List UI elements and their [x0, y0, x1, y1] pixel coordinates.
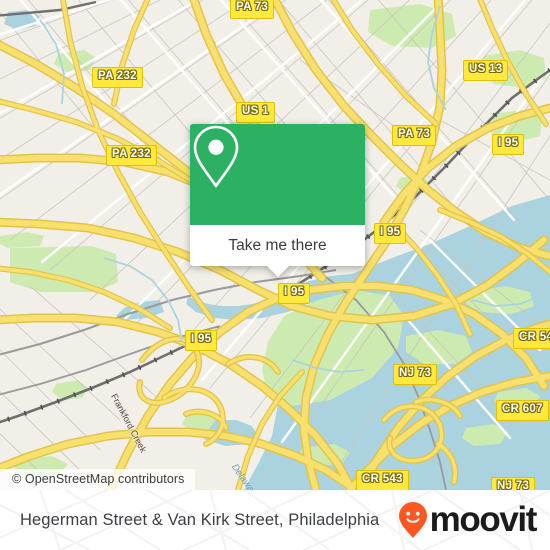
location-callout-card[interactable]: Take me there: [190, 124, 365, 277]
moovit-smiley-pin-icon: [398, 502, 427, 538]
shield-i-95-right[interactable]: I 95: [374, 223, 407, 244]
footer-bar: Hegerman Street & Van Kirk Street, Phila…: [0, 490, 550, 550]
screenshot-root: PA 73 PA 232 US 1 US 13 PA 73 I 95 PA 23…: [0, 0, 550, 550]
shield-pa-232-upper[interactable]: PA 232: [92, 67, 143, 88]
shield-nj-73-upper[interactable]: NJ 73: [393, 364, 438, 385]
moovit-wordmark: moovit: [429, 499, 538, 539]
moovit-brand[interactable]: moovit: [398, 499, 538, 539]
footer-content: Hegerman Street & Van Kirk Street, Phila…: [0, 490, 550, 550]
callout-marker-panel: [190, 124, 365, 225]
shield-i-95-center[interactable]: I 95: [278, 283, 311, 304]
shield-pa-232-lower[interactable]: PA 232: [106, 145, 157, 166]
shield-i-95-upper-right[interactable]: I 95: [492, 134, 525, 155]
location-title: Hegerman Street & Van Kirk Street, Phila…: [20, 510, 380, 529]
map-pin-icon: [193, 125, 239, 188]
shield-cr-543-bottom[interactable]: CR 543: [356, 470, 409, 490]
take-me-there-button[interactable]: Take me there: [190, 225, 365, 266]
shield-us-13[interactable]: US 13: [463, 60, 509, 81]
shield-cr-607[interactable]: CR 607: [496, 400, 549, 421]
callout-tail: [266, 266, 289, 277]
shield-pa-73-east[interactable]: PA 73: [392, 125, 437, 146]
shield-cr-543-right[interactable]: CR 543: [513, 328, 550, 349]
shield-i-95-left[interactable]: I 95: [185, 330, 218, 351]
osm-attribution[interactable]: © OpenStreetMap contributors: [0, 469, 195, 490]
shield-pa-73-north[interactable]: PA 73: [230, 0, 275, 19]
shield-nj-73-bottom[interactable]: NJ 73: [491, 477, 536, 490]
shield-us-1[interactable]: US 1: [236, 102, 275, 123]
map-canvas[interactable]: PA 73 PA 232 US 1 US 13 PA 73 I 95 PA 23…: [0, 0, 550, 490]
